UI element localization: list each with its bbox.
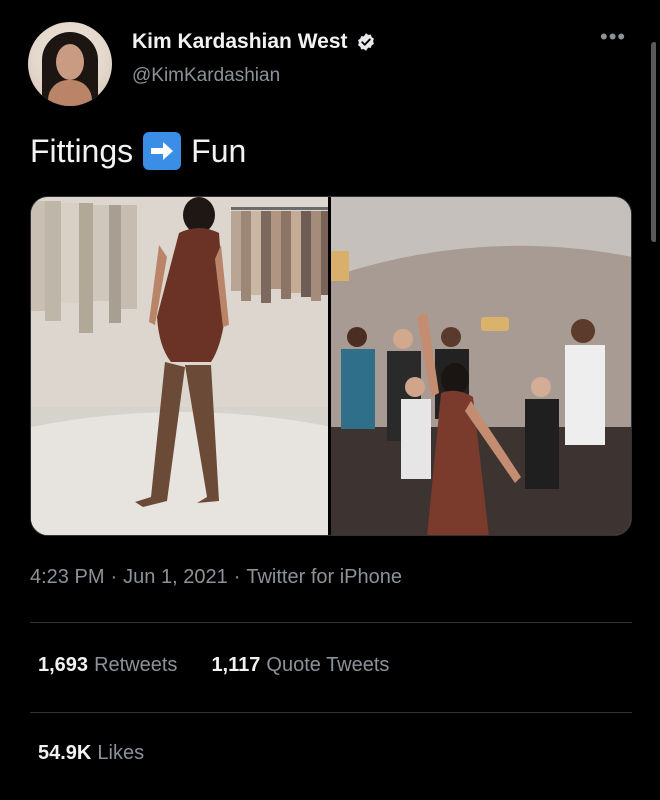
stats-row-likes: 54.9K Likes xyxy=(38,742,144,765)
tweet-text: Fittings Fun xyxy=(30,132,246,170)
photo-party-image xyxy=(331,197,631,535)
meta-separator: · xyxy=(233,566,241,588)
divider xyxy=(30,712,632,713)
tweet-text-after: Fun xyxy=(191,132,247,169)
likes-label: Likes xyxy=(97,742,145,764)
tweet-meta: 4:23 PM · Jun 1, 2021 · Twitter for iPho… xyxy=(30,566,402,589)
quote-tweets-count: 1,117 xyxy=(211,654,261,676)
display-name[interactable]: Kim Kardashian West xyxy=(132,30,348,54)
likes-count: 54.9K xyxy=(38,742,92,764)
photo-party[interactable] xyxy=(331,197,631,535)
stats-row-shares: 1,693 Retweets 1,117 Quote Tweets xyxy=(38,654,389,677)
retweets-count: 1,693 xyxy=(38,654,89,676)
avatar-face xyxy=(56,44,84,80)
likes-stat[interactable]: 54.9K Likes xyxy=(38,742,144,765)
photo-fitting-image xyxy=(31,197,328,535)
divider xyxy=(30,622,632,623)
avatar[interactable] xyxy=(28,22,112,106)
author-name-row[interactable]: Kim Kardashian West xyxy=(132,30,376,54)
tweet-time[interactable]: 4:23 PM xyxy=(30,566,104,589)
author-handle[interactable]: @KimKardashian xyxy=(132,65,280,87)
scrollbar[interactable] xyxy=(651,42,656,242)
tweet-date[interactable]: Jun 1, 2021 xyxy=(123,566,228,589)
quote-tweets-stat[interactable]: 1,117 Quote Tweets xyxy=(211,654,389,677)
tweet-detail: Kim Kardashian West @KimKardashian ••• F… xyxy=(4,2,656,798)
meta-separator: · xyxy=(110,566,118,588)
tweet-text-before: Fittings xyxy=(30,132,134,169)
right-arrow-emoji-icon xyxy=(143,132,182,170)
retweets-stat[interactable]: 1,693 Retweets xyxy=(38,654,177,677)
more-horizontal-icon[interactable]: ••• xyxy=(600,26,626,48)
quote-tweets-label: Quote Tweets xyxy=(266,654,390,676)
media-grid[interactable] xyxy=(30,196,632,536)
verified-badge-icon xyxy=(357,33,374,51)
retweets-label: Retweets xyxy=(94,654,178,676)
photo-fitting[interactable] xyxy=(31,197,331,535)
tweet-source[interactable]: Twitter for iPhone xyxy=(246,566,402,589)
